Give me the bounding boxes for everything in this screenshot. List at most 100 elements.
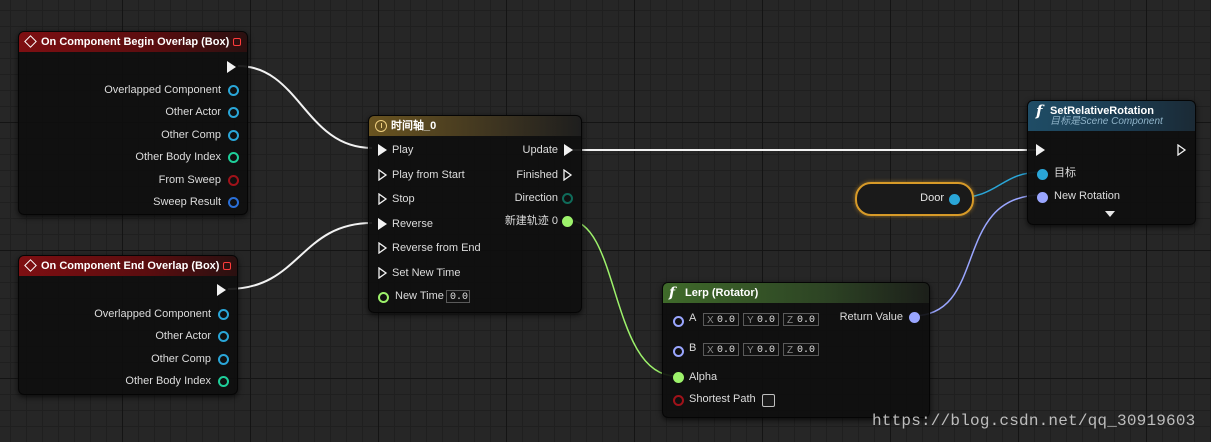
value: 0.0 [796,315,815,326]
float-pin[interactable] [562,216,573,227]
begin-overlap-exec-out-pin[interactable] [227,61,236,73]
lerp-rotator-node[interactable]: f Lerp (Rotator) A X 0.0 Y 0.0 Z 0.0 B X 0.0… [662,282,930,418]
pin-label: Overlapped Component [94,308,211,320]
pin-label: Other Comp [161,129,221,141]
pin-label: Other Comp [151,353,211,365]
reverse-from-end-label: Reverse from End [392,242,481,254]
end-overlap-event-node[interactable]: On Component End Overlap (Box) Overlappe… [18,255,238,395]
set-new-time-label: Set New Time [392,267,461,279]
float-wire-track-to-alpha [567,219,677,377]
pin-label: Other Body Index [125,375,211,387]
delegate-stop-icon [233,38,241,46]
stop-label: Stop [392,193,415,205]
door-variable-label: Door [920,192,944,204]
float-pin[interactable] [673,372,684,383]
reverse-from-end-exec-pin[interactable] [378,242,388,254]
play-exec-pin[interactable] [378,144,387,156]
enum-pin[interactable] [562,193,573,204]
object-pin[interactable] [218,331,229,342]
delegate-stop-icon [223,262,231,270]
struct-pin[interactable] [228,197,239,208]
b-x-input[interactable]: X 0.0 [703,343,739,356]
direction-label: Direction [514,192,558,204]
object-pin[interactable] [218,354,229,365]
object-pin[interactable] [228,130,239,141]
event-diamond-icon [24,259,37,272]
b-label: B [689,342,697,354]
exec-wire-end-to-reverse [227,222,373,290]
timeline-node[interactable]: 时间轴_0 Play Play from Start Stop Reverse … [368,115,582,313]
a-x-input[interactable]: X 0.0 [703,313,739,326]
pin-label: From Sweep [158,174,221,186]
bool-pin[interactable] [228,175,239,186]
set-rotation-header: f SetRelativeRotation 目标是Scene Component [1028,101,1195,131]
target-label: 目标 [1054,167,1076,179]
value: 0.0 [756,345,775,356]
value: 0.0 [756,315,775,326]
alpha-label: Alpha [689,371,718,383]
value: 0.0 [716,315,735,326]
new-time-input[interactable]: 0.0 [446,290,470,303]
int-pin[interactable] [218,376,229,387]
set-new-time-exec-pin[interactable] [378,267,388,279]
lerp-title: Lerp (Rotator) [685,287,759,299]
reverse-exec-pin[interactable] [378,218,387,230]
shortest-path-label: Shortest Path [689,393,756,405]
object-pin[interactable] [218,309,229,320]
play-from-start-label: Play from Start [392,169,465,181]
float-pin[interactable] [378,292,389,303]
axis-label: Y [747,345,754,356]
object-pin[interactable] [1037,169,1048,180]
finished-exec-pin[interactable] [563,169,573,181]
b-z-input[interactable]: Z 0.0 [783,343,819,356]
axis-label: Y [747,315,754,326]
rotator-pin[interactable] [1037,192,1048,203]
end-overlap-header: On Component End Overlap (Box) [19,256,237,276]
object-pin[interactable] [228,107,239,118]
bool-pin[interactable] [673,395,684,406]
timeline-header: 时间轴_0 [369,116,581,136]
begin-overlap-event-node[interactable]: On Component Begin Overlap (Box) Overlap… [18,31,248,215]
reverse-label: Reverse [392,218,433,230]
axis-label: Z [787,315,794,326]
value: 0.0 [796,345,815,356]
new-rotation-label: New Rotation [1054,190,1121,202]
clock-hand-icon [381,123,382,128]
object-pin[interactable] [228,85,239,96]
return-value-label: Return Value [839,311,903,323]
value: 0.0 [716,345,735,356]
function-icon: f [669,285,676,301]
rotator-pin[interactable] [673,316,684,327]
new-time-label: New Time [395,290,444,302]
rotator-pin[interactable] [909,312,920,323]
b-y-input[interactable]: Y 0.0 [743,343,779,356]
track-label: 新建轨迹 0 [504,215,558,227]
event-diamond-icon [24,35,37,48]
end-overlap-exec-out-pin[interactable] [217,284,226,296]
pin-label: Other Actor [155,330,211,342]
rotator-pin[interactable] [673,346,684,357]
set-rotation-subtitle: 目标是Scene Component [1050,116,1163,127]
finished-label: Finished [516,169,558,181]
a-z-input[interactable]: Z 0.0 [783,313,819,326]
a-y-input[interactable]: Y 0.0 [743,313,779,326]
expand-arrow-icon[interactable] [1105,211,1115,217]
update-label: Update [522,144,558,156]
set-rotation-exec-in-pin[interactable] [1036,144,1045,156]
door-variable-getter[interactable]: Door [855,182,974,216]
play-from-start-exec-pin[interactable] [378,169,388,181]
update-exec-pin[interactable] [564,144,573,156]
pin-label: Other Actor [165,106,221,118]
shortest-path-checkbox[interactable] [762,394,775,407]
set-rotation-exec-out-pin[interactable] [1177,144,1187,156]
set-relative-rotation-node[interactable]: f SetRelativeRotation 目标是Scene Component… [1027,100,1196,225]
object-pin[interactable] [949,194,960,205]
axis-label: Z [787,345,794,356]
stop-exec-pin[interactable] [378,193,388,205]
int-pin[interactable] [228,152,239,163]
a-label: A [689,312,697,324]
begin-overlap-header: On Component Begin Overlap (Box) [19,32,247,52]
pin-label: Sweep Result [153,196,221,208]
end-overlap-title: On Component End Overlap (Box) [41,260,220,272]
play-label: Play [392,144,414,156]
